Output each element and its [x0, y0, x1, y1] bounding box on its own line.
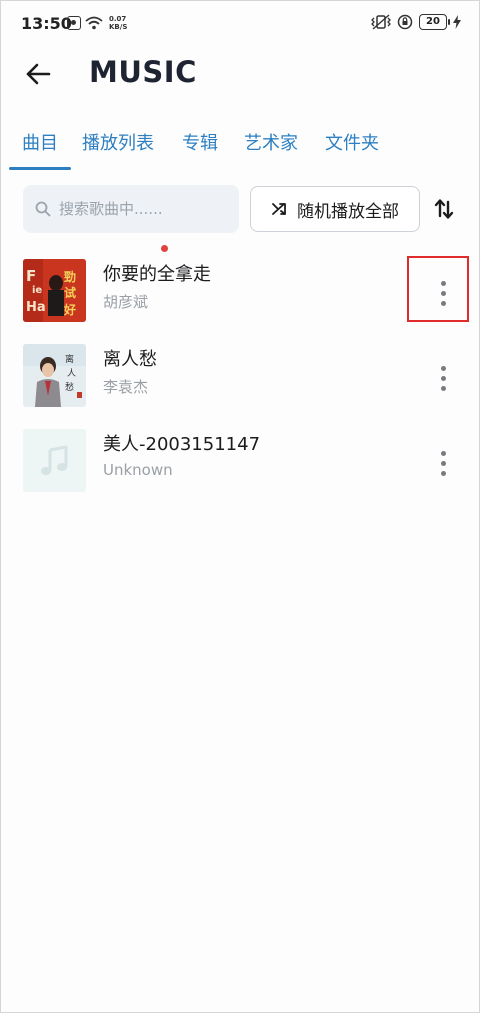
status-left-icons: 0.07 KB/S [67, 15, 127, 31]
svg-text:离: 离 [65, 353, 74, 365]
more-options-button[interactable] [429, 445, 457, 481]
tab-artists[interactable]: 艺术家 [244, 129, 298, 155]
album-art-image: 离 人 愁 [23, 344, 86, 407]
more-vert-icon [440, 450, 446, 456]
more-vert-icon [440, 280, 446, 286]
svg-text:愁: 愁 [65, 381, 74, 393]
search-box[interactable] [23, 185, 239, 233]
active-tab-indicator [9, 167, 71, 170]
sort-arrows-icon [434, 199, 454, 219]
search-icon [35, 201, 51, 217]
battery-icon: 20 [419, 14, 450, 30]
more-vert-icon [440, 365, 446, 371]
song-row[interactable]: F ie Ha 勁 试 好 你要的全拿走 胡彦斌 [1, 251, 479, 336]
song-artist: 李袁杰 [103, 378, 149, 396]
status-time: 13:50 [21, 14, 72, 33]
vibrate-icon [371, 14, 391, 30]
shuffle-icon [272, 203, 286, 215]
net-speed-value: 0.07 [109, 15, 127, 23]
status-bar: 13:50 0.07 KB/S 20 [1, 1, 479, 45]
song-artist: 胡彦斌 [103, 293, 149, 311]
svg-text:人: 人 [67, 368, 76, 379]
app-screen: 13:50 0.07 KB/S 20 MUSIC 曲目 播放列表 专辑 艺术家 … [0, 0, 480, 1013]
more-options-button[interactable] [429, 360, 457, 396]
charging-icon [453, 15, 461, 29]
svg-text:勁: 勁 [64, 270, 76, 284]
app-header: MUSIC [1, 49, 479, 101]
arrow-left-icon [26, 63, 51, 85]
status-right-icons: 20 [371, 14, 461, 30]
tab-albums[interactable]: 专辑 [182, 129, 218, 155]
song-row[interactable]: 离 人 愁 离人愁 李袁杰 [1, 336, 479, 421]
song-title: 你要的全拿走 [103, 264, 211, 285]
album-art-image: F ie Ha 勁 试 好 [23, 259, 86, 322]
svg-text:F: F [26, 267, 36, 285]
song-row[interactable]: 美人-2003151147 Unknown [1, 421, 479, 506]
net-speed-unit: KB/S [109, 23, 128, 31]
shuffle-all-label: 随机播放全部 [297, 201, 399, 222]
notification-icon [67, 16, 81, 30]
more-options-button[interactable] [429, 275, 457, 311]
tab-folders[interactable]: 文件夹 [325, 129, 379, 155]
music-note-placeholder [23, 429, 86, 492]
tab-tracks[interactable]: 曲目 [22, 129, 58, 155]
net-speed: 0.07 KB/S [109, 15, 127, 31]
page-title: MUSIC [89, 55, 197, 89]
song-title: 美人-2003151147 [103, 434, 261, 455]
album-cover-2: 离 人 愁 [23, 344, 86, 407]
tab-playlists[interactable]: 播放列表 [82, 129, 154, 155]
svg-text:好: 好 [63, 302, 76, 317]
back-button[interactable] [21, 59, 55, 89]
sort-button[interactable] [429, 193, 459, 225]
wifi-icon [85, 16, 103, 30]
song-list: F ie Ha 勁 试 好 你要的全拿走 胡彦斌 离 人 愁 离人愁 李袁杰 美… [1, 251, 479, 506]
shuffle-all-button[interactable]: 随机播放全部 [250, 186, 420, 232]
search-input[interactable] [59, 200, 229, 218]
svg-text:试: 试 [64, 285, 76, 300]
rotation-lock-icon [397, 14, 413, 30]
song-title: 离人愁 [103, 349, 157, 370]
music-note-icon [40, 445, 67, 475]
svg-text:ie: ie [32, 285, 42, 296]
tab-bar: 曲目 播放列表 专辑 艺术家 文件夹 [1, 119, 479, 252]
song-artist: Unknown [103, 461, 173, 479]
svg-text:Ha: Ha [26, 300, 46, 315]
album-cover-1: F ie Ha 勁 试 好 [23, 259, 86, 322]
